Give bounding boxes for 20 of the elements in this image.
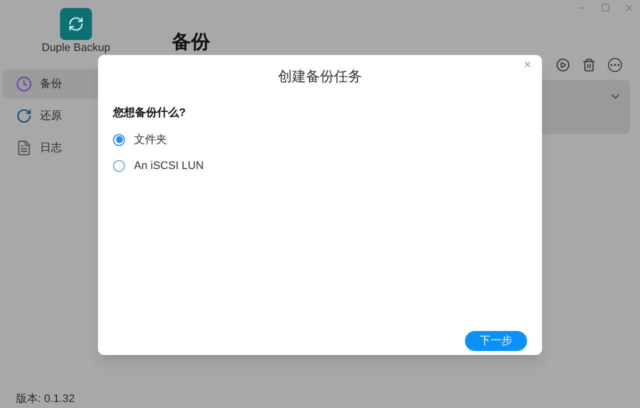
option-label: An iSCSI LUN <box>134 159 204 174</box>
maximize-icon[interactable] <box>601 3 610 12</box>
version-label: 版本: 0.1.32 <box>15 392 76 406</box>
more-icon[interactable] <box>608 58 622 72</box>
play-icon[interactable] <box>556 58 570 72</box>
app-name: Duple Backup <box>42 42 110 55</box>
close-icon[interactable] <box>624 3 634 13</box>
document-icon <box>16 140 32 156</box>
close-button[interactable] <box>523 60 532 69</box>
question-label: 您想备份什么? <box>113 106 187 121</box>
trash-icon[interactable] <box>582 58 596 72</box>
app-logo-icon <box>60 8 92 40</box>
clock-icon <box>16 76 32 92</box>
radio-button[interactable] <box>113 160 125 172</box>
page-title: 备份 <box>172 31 210 55</box>
next-button[interactable]: 下一步 <box>465 331 527 351</box>
option-label: 文件夹 <box>134 132 167 148</box>
radio-button[interactable] <box>113 134 125 146</box>
refresh-icon <box>16 108 32 124</box>
dialog-title: 创建备份任务 <box>278 67 362 86</box>
